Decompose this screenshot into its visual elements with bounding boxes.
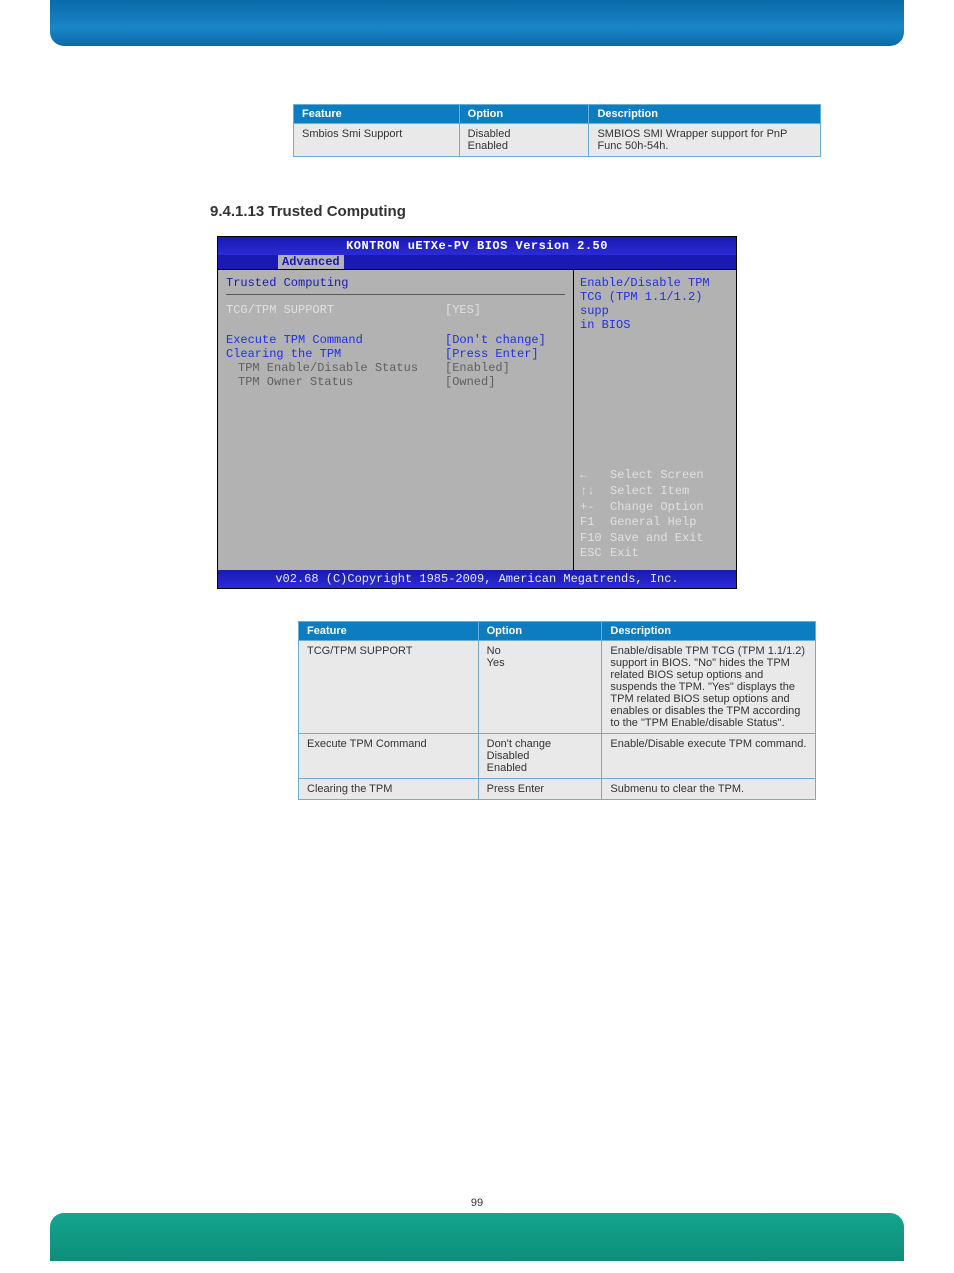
top-banner [50, 0, 904, 46]
cell-option: Press Enter [478, 779, 602, 800]
bios-item-label: Execute TPM Command [226, 333, 445, 347]
page-number: 99 [50, 1197, 904, 1209]
section-heading: 9.4.1.13 Trusted Computing [210, 203, 904, 220]
bios-hint-label: Change Option [610, 500, 704, 516]
cell-feature: TCG/TPM SUPPORT [299, 641, 479, 734]
cell-option: NoYes [478, 641, 602, 734]
bios-item-value: [YES] [445, 303, 565, 317]
col-option: Option [459, 105, 589, 124]
table-row: TCG/TPM SUPPORTNoYesEnable/disable TPM T… [299, 641, 816, 734]
bottom-banner [50, 1213, 904, 1261]
smbios-table: Feature Option Description Smbios Smi Su… [293, 104, 821, 157]
bios-item-label: TCG/TPM SUPPORT [226, 303, 445, 317]
bios-item: TPM Owner Status[Owned] [226, 375, 565, 389]
table-row: Clearing the TPMPress EnterSubmenu to cl… [299, 779, 816, 800]
bios-group-title: Trusted Computing [226, 276, 565, 290]
bios-item-value: [Don't change] [445, 333, 565, 347]
bios-hint-key: ESC [580, 546, 610, 562]
bios-hint: ESCExit [580, 546, 704, 562]
bios-screenshot: KONTRON uETXe-PV BIOS Version 2.50 Advan… [217, 236, 737, 589]
bios-hint-key: F1 [580, 515, 610, 531]
bios-hint: F10Save and Exit [580, 531, 704, 547]
bios-item-label: Clearing the TPM [226, 347, 445, 361]
bios-tab-row: Advanced [218, 255, 736, 269]
bios-tab-advanced: Advanced [278, 255, 344, 269]
cell-feature: Execute TPM Command [299, 734, 479, 779]
bios-item-value: [Press Enter] [445, 347, 565, 361]
bios-hint: ↑↓Select Item [580, 484, 704, 500]
bios-hint: ←Select Screen [580, 468, 704, 484]
trusted-computing-table: Feature Option Description TCG/TPM SUPPO… [298, 621, 816, 800]
bios-hint: +-Change Option [580, 500, 704, 516]
bios-hint-label: General Help [610, 515, 696, 531]
col-feature: Feature [294, 105, 460, 124]
bios-item-value: [Owned] [445, 375, 565, 389]
bios-item: TPM Enable/Disable Status[Enabled] [226, 361, 565, 375]
bios-hint-label: Exit [610, 546, 639, 562]
cell-feature: Smbios Smi Support [294, 124, 460, 157]
bios-hint-key: F10 [580, 531, 610, 547]
cell-description: SMBIOS SMI Wrapper support for PnP Func … [589, 124, 821, 157]
bios-key-hints: ←Select Screen↑↓Select Item+-Change Opti… [580, 468, 704, 562]
col-description: Description [589, 105, 821, 124]
table-row: Execute TPM CommandDon't changeDisabledE… [299, 734, 816, 779]
cell-option: DisabledEnabled [459, 124, 589, 157]
bios-item: Clearing the TPM[Press Enter] [226, 347, 565, 361]
bios-item: Execute TPM Command[Don't change] [226, 333, 565, 347]
cell-description: Submenu to clear the TPM. [602, 779, 816, 800]
bios-help-text: Enable/Disable TPMTCG (TPM 1.1/1.2) supp… [580, 276, 730, 332]
table-row: Smbios Smi SupportDisabledEnabledSMBIOS … [294, 124, 821, 157]
bios-item: TCG/TPM SUPPORT[YES] [226, 303, 565, 317]
bios-hint-key: ↑↓ [580, 484, 610, 500]
bios-hint-key: +- [580, 500, 610, 516]
cell-description: Enable/Disable execute TPM command. [602, 734, 816, 779]
col-option: Option [478, 622, 602, 641]
bios-right-pane: Enable/Disable TPMTCG (TPM 1.1/1.2) supp… [574, 270, 736, 570]
bios-hint-key: ← [580, 468, 610, 484]
bios-title: KONTRON uETXe-PV BIOS Version 2.50 [218, 237, 736, 255]
cell-feature: Clearing the TPM [299, 779, 479, 800]
col-feature: Feature [299, 622, 479, 641]
cell-description: Enable/disable TPM TCG (TPM 1.1/1.2) sup… [602, 641, 816, 734]
bios-item-label: TPM Enable/Disable Status [226, 361, 445, 375]
bios-footer: v02.68 (C)Copyright 1985-2009, American … [218, 570, 736, 588]
bios-hint-label: Select Screen [610, 468, 704, 484]
col-description: Description [602, 622, 816, 641]
table-header-row: Feature Option Description [294, 105, 821, 124]
cell-option: Don't changeDisabledEnabled [478, 734, 602, 779]
table-header-row: Feature Option Description [299, 622, 816, 641]
bios-hint-label: Select Item [610, 484, 689, 500]
bios-left-pane: Trusted Computing TCG/TPM SUPPORT[YES] Ex… [218, 270, 574, 570]
bios-hint: F1General Help [580, 515, 704, 531]
bios-hint-label: Save and Exit [610, 531, 704, 547]
bios-item-label: TPM Owner Status [226, 375, 445, 389]
bios-item-value: [Enabled] [445, 361, 565, 375]
